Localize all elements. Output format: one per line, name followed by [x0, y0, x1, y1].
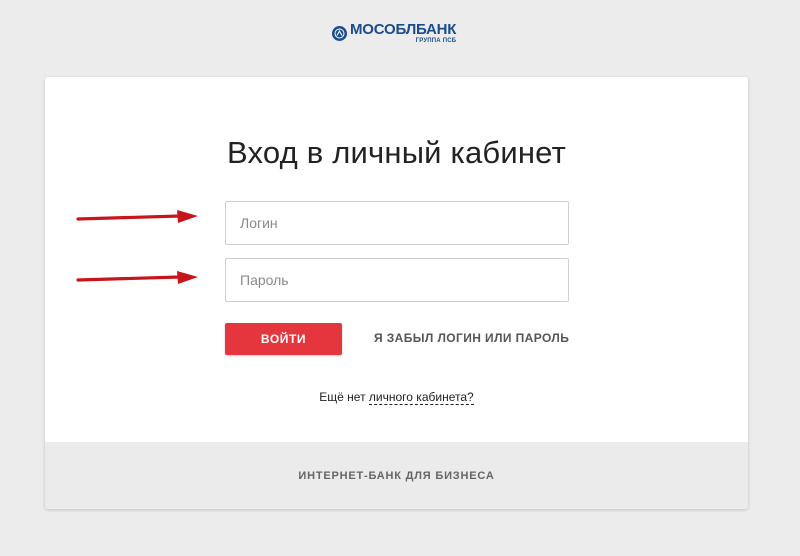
forgot-credentials-link[interactable]: Я ЗАБЫЛ ЛОГИН ИЛИ ПАРОЛЬ	[374, 331, 569, 345]
password-input[interactable]	[225, 258, 569, 302]
signup-prompt: Ещё нет личного кабинета?	[45, 390, 748, 405]
bank-logo[interactable]: МОСОБЛБАНК ГРУППА ПСБ	[332, 22, 456, 44]
signup-prefix-text: Ещё нет	[319, 390, 369, 404]
bank-emblem-icon	[332, 25, 347, 41]
card-footer: ИНТЕРНЕТ-БАНК ДЛЯ БИЗНЕСА	[45, 442, 748, 509]
logo-wordmark: МОСОБЛБАНК	[350, 22, 456, 37]
login-page: МОСОБЛБАНК ГРУППА ПСБ Вход в личный каби…	[0, 0, 800, 556]
logo-name-suffix: БАНК	[416, 21, 457, 38]
page-title: Вход в личный кабинет	[227, 135, 566, 170]
login-button[interactable]: ВОЙТИ	[225, 323, 342, 355]
logo-tagline: ГРУППА ПСБ	[415, 38, 457, 44]
business-banking-link[interactable]: ИНТЕРНЕТ-БАНК ДЛЯ БИЗНЕСА	[298, 470, 494, 482]
login-card: Вход в личный кабинет ВОЙТИ Я ЗАБЫЛ ЛОГИ…	[45, 77, 748, 509]
red-arrow-icon	[76, 271, 198, 284]
signup-link[interactable]: личного кабинета?	[368, 390, 474, 405]
login-input[interactable]	[225, 201, 569, 245]
red-arrow-icon	[76, 210, 198, 223]
logo-name-prefix: МОСОБЛ	[350, 21, 417, 38]
